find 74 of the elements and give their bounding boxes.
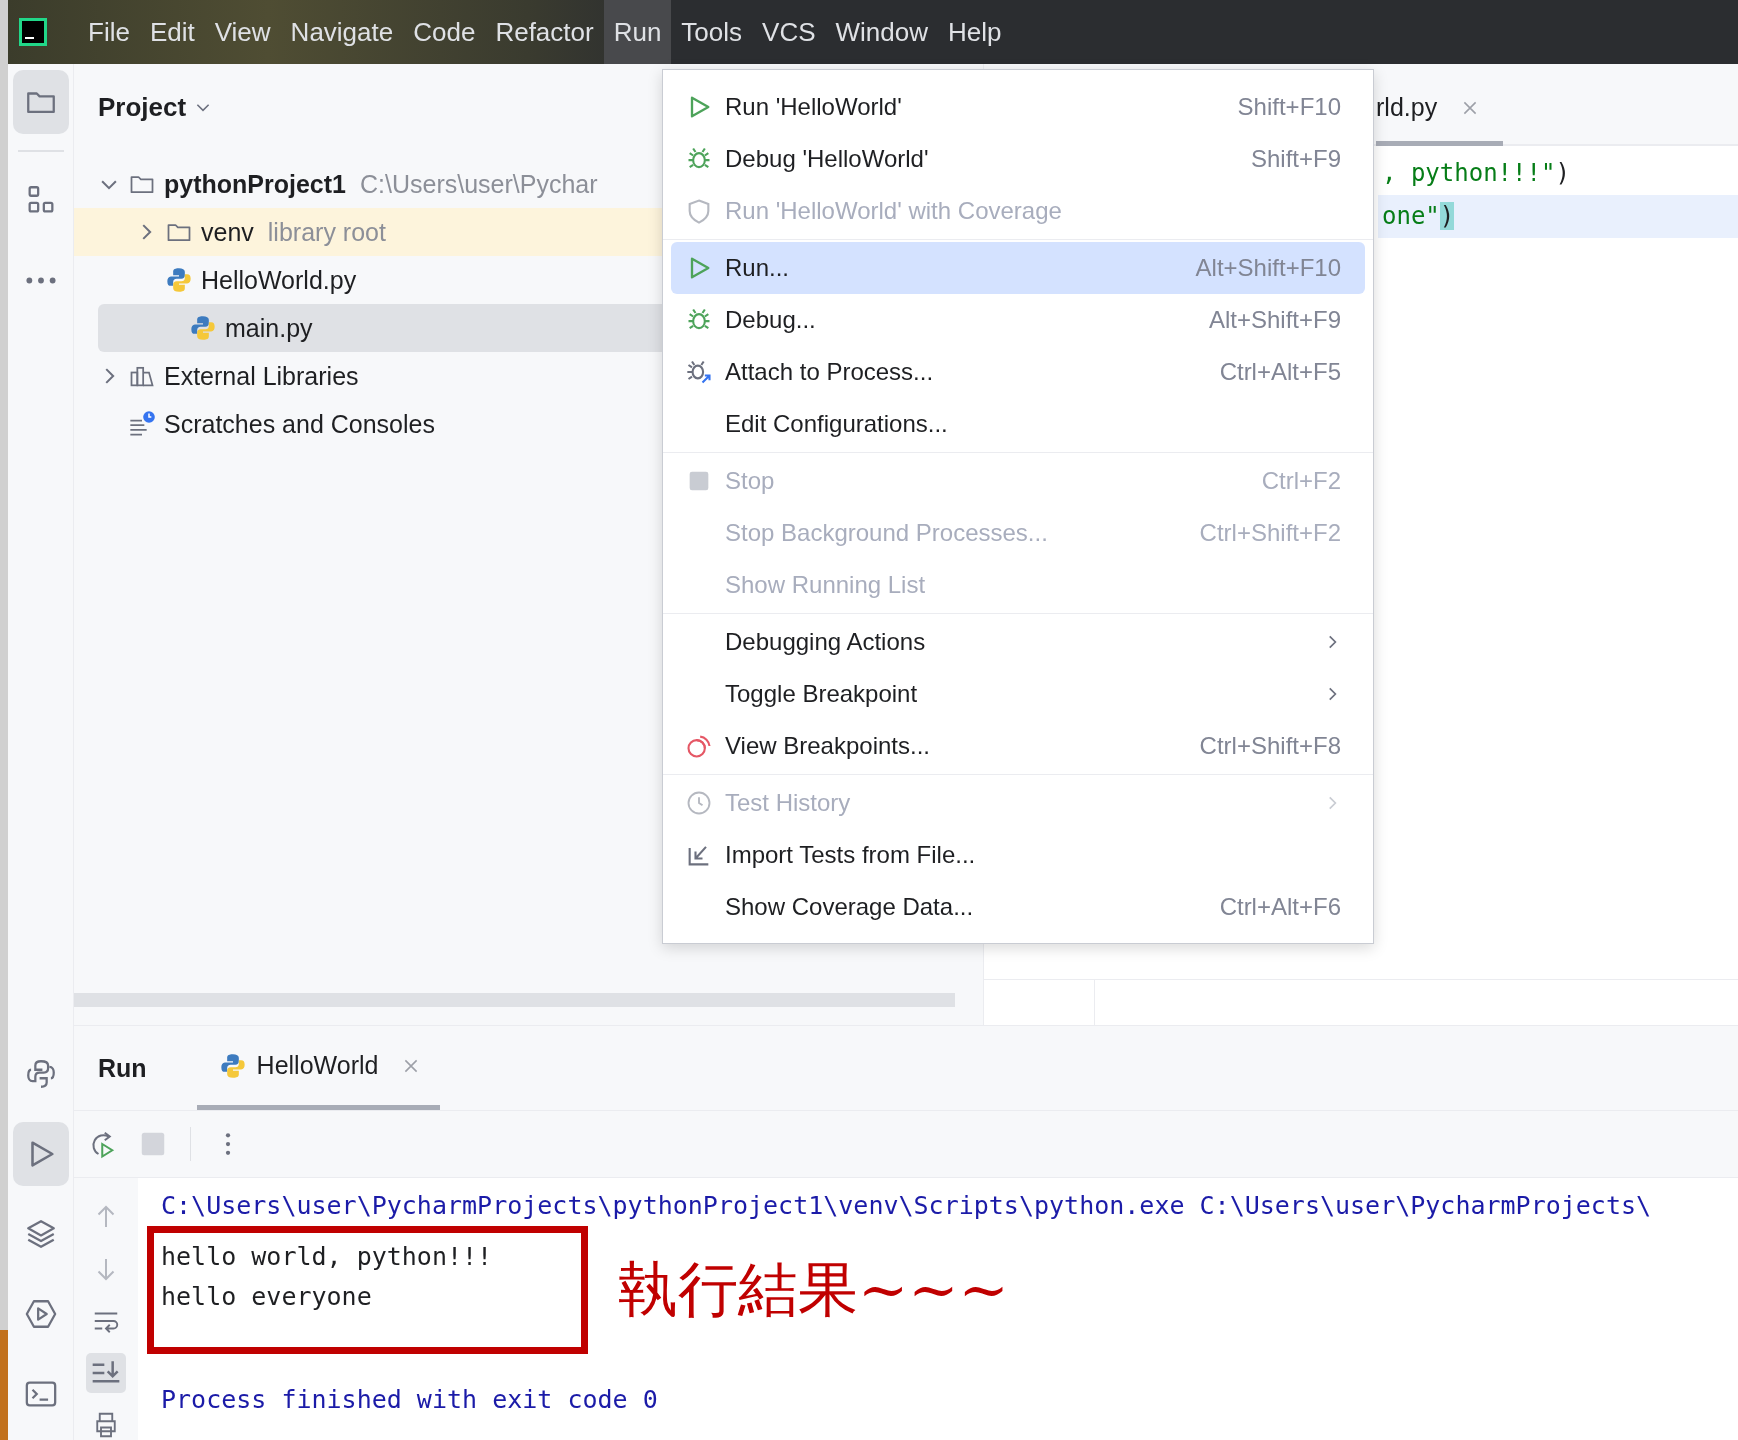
- menu-item-label: Run 'HelloWorld': [725, 93, 903, 121]
- shortcut-text: Alt+Shift+F10: [1195, 254, 1341, 282]
- bug-arrow-icon: [685, 358, 713, 386]
- more-icon: [24, 275, 57, 285]
- menu-item-label: Stop: [725, 467, 776, 495]
- shortcut-text: Alt+Shift+F9: [1208, 306, 1341, 334]
- code-line: , python!!!"): [1381, 158, 1571, 189]
- python-file-icon: [165, 266, 193, 294]
- clock-icon: [685, 789, 713, 817]
- menu-item[interactable]: Debug 'HelloWorld' Shift+F9: [671, 133, 1365, 185]
- shortcut-text: Shift+F10: [1237, 93, 1341, 121]
- menu-item-label: Debug...: [725, 306, 817, 334]
- app-logo-icon[interactable]: [18, 17, 48, 47]
- menu-item-label: Show Coverage Data...: [725, 893, 975, 921]
- menu-item-label: Debug 'HelloWorld': [725, 145, 930, 173]
- shortcut-text: Ctrl+Alt+F6: [1219, 893, 1341, 921]
- project-view-dropdown[interactable]: Project: [98, 91, 213, 123]
- console-output-line: hello everyone: [161, 1281, 373, 1313]
- menu-item-label: Attach to Process...: [725, 358, 935, 386]
- tree-item-detail: library root: [267, 217, 386, 247]
- menu-bar-item[interactable]: Help: [938, 0, 1012, 64]
- menu-bar-item[interactable]: File: [78, 0, 140, 64]
- hexagon-play-icon: [23, 1297, 58, 1331]
- menu-bar-item[interactable]: Tools: [671, 0, 753, 64]
- menu-item[interactable]: Edit Configurations...: [671, 398, 1365, 450]
- console-status-line: Process finished with exit code 0: [161, 1384, 659, 1416]
- menu-item[interactable]: Show Coverage Data... Ctrl+Alt+F6: [671, 881, 1365, 933]
- menu-item-label: Run...: [725, 254, 791, 282]
- tree-item-detail: C:\Users\user\Pychar: [360, 169, 598, 199]
- menu-item-label: View Breakpoints...: [725, 732, 931, 760]
- menu-bar-item[interactable]: VCS: [752, 0, 826, 64]
- tree-item-label: Scratches and Consoles: [164, 409, 435, 439]
- menu-item[interactable]: View Breakpoints... Ctrl+Shift+F8: [671, 720, 1365, 772]
- menu-item-label: Stop Background Processes...: [725, 519, 1049, 547]
- shortcut-text: Ctrl+F2: [1261, 467, 1341, 495]
- python-file-icon: [189, 314, 217, 342]
- shortcut-text: Ctrl+Shift+F8: [1199, 732, 1341, 760]
- console-command-line: C:\Users\user\PycharmProjects\pythonProject1\venv\Scripts\python.exe C:\Users\user\PycharmProjects\: [161, 1190, 1653, 1222]
- tree-item-label: HelloWorld.py: [201, 265, 357, 295]
- menu-bar-item[interactable]: Window: [825, 0, 938, 64]
- menu-item[interactable]: Run... Alt+Shift+F10: [671, 242, 1365, 294]
- menu-bar-item[interactable]: Navigate: [280, 0, 404, 64]
- run-panel-title: Run: [98, 1053, 147, 1083]
- run-tool-button[interactable]: [12, 1122, 69, 1186]
- shortcut-text: Shift+F9: [1250, 145, 1341, 173]
- console-output-line: hello world, python!!!: [161, 1241, 494, 1273]
- menu-bar-item[interactable]: Code: [403, 0, 486, 64]
- tree-item-label: main.py: [225, 313, 313, 343]
- menu-item[interactable]: Run 'HelloWorld' Shift+F10: [671, 81, 1365, 133]
- tree-item-label: venv: [201, 217, 254, 247]
- menu-item[interactable]: Debugging Actions: [671, 616, 1365, 668]
- menu-item-label: Test History: [725, 789, 852, 817]
- menu-item-label: Edit Configurations...: [725, 410, 949, 438]
- python-file-icon: [218, 1051, 247, 1080]
- annotation-text: 執行結果~~~: [618, 1252, 1009, 1326]
- tree-item-label: pythonProject1: [164, 169, 346, 199]
- shortcut-text: Ctrl+Shift+F2: [1199, 519, 1341, 547]
- shortcut-text: Ctrl+Alt+F5: [1219, 358, 1341, 386]
- menu-item-label: Show Running List: [725, 571, 927, 599]
- menu-bar-item[interactable]: View: [204, 0, 281, 64]
- horizontal-scrollbar[interactable]: [74, 993, 955, 1007]
- scroll-to-end-icon[interactable]: [86, 1353, 126, 1393]
- tree-item-label: External Libraries: [164, 361, 359, 391]
- menu-item[interactable]: Toggle Breakpoint: [671, 668, 1365, 720]
- menu-item-label: Import Tests from File...: [725, 841, 977, 869]
- menu-item-label: Debugging Actions: [725, 628, 927, 656]
- menu-item-label: Toggle Breakpoint: [725, 680, 919, 708]
- menu-item[interactable]: Import Tests from File...: [671, 829, 1365, 881]
- scratches-icon: [128, 410, 156, 438]
- menu-bar-item[interactable]: Run: [603, 0, 672, 64]
- run-tab[interactable]: HelloWorld: [196, 1026, 441, 1110]
- project-tool-button[interactable]: [12, 70, 69, 134]
- menu-bar-item[interactable]: Refactor: [485, 0, 604, 64]
- menu-bar-item[interactable]: Edit: [139, 0, 205, 64]
